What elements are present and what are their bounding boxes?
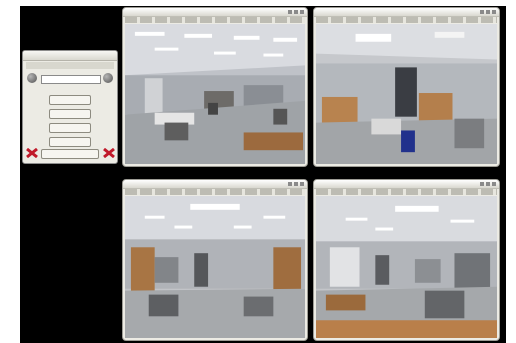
- window-toolbar[interactable]: [316, 189, 497, 195]
- panel-button-3[interactable]: [49, 123, 91, 133]
- camera-window-bottom-left[interactable]: [122, 179, 308, 341]
- camera-feed-office-view: [316, 196, 497, 338]
- panel-button-2[interactable]: [49, 109, 91, 119]
- address-field[interactable]: [41, 75, 101, 84]
- control-panel-toolbar: [27, 73, 113, 85]
- window-controls[interactable]: [480, 10, 496, 14]
- window-controls[interactable]: [480, 182, 496, 186]
- close-icon[interactable]: [103, 148, 115, 158]
- camera-icon[interactable]: [103, 73, 113, 83]
- window-toolbar[interactable]: [125, 189, 305, 195]
- window-titlebar[interactable]: [123, 8, 307, 17]
- camera-feed-office-view: [125, 196, 305, 338]
- camera-window-top-left[interactable]: [122, 7, 308, 167]
- panel-status-button[interactable]: [41, 149, 99, 159]
- close-icon[interactable]: [26, 148, 38, 158]
- camera-window-bottom-right[interactable]: [313, 179, 500, 341]
- camera-feed-office-view: [316, 24, 497, 164]
- window-titlebar[interactable]: [314, 180, 499, 189]
- window-toolbar[interactable]: [125, 17, 305, 23]
- panel-button-1[interactable]: [49, 95, 91, 105]
- window-controls[interactable]: [288, 10, 304, 14]
- control-panel-menubar[interactable]: [26, 62, 114, 69]
- camera-feed-office-view: [125, 24, 305, 164]
- camera-window-top-right[interactable]: [313, 7, 500, 167]
- panel-button-4[interactable]: [49, 137, 91, 147]
- window-titlebar[interactable]: [314, 8, 499, 17]
- camera-icon[interactable]: [27, 73, 37, 83]
- window-controls[interactable]: [288, 182, 304, 186]
- window-toolbar[interactable]: [316, 17, 497, 23]
- control-panel-window: [22, 50, 118, 164]
- window-titlebar[interactable]: [123, 180, 307, 189]
- control-panel-titlebar[interactable]: [23, 51, 117, 61]
